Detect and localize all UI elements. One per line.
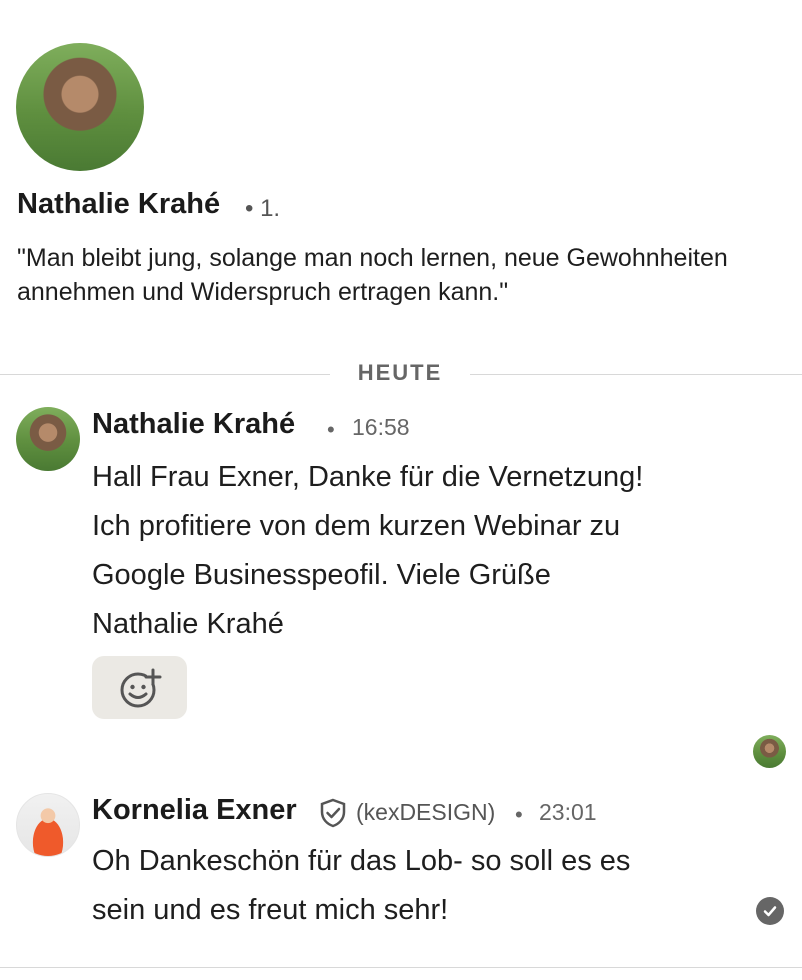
message-line: Oh Dankeschön für das Lob- so soll es es xyxy=(92,845,631,877)
read-check-icon xyxy=(756,897,784,925)
sender-avatar[interactable] xyxy=(16,793,80,857)
profile-avatar[interactable] xyxy=(16,43,144,171)
message-line: Google Businesspeofil. Viele Grüße xyxy=(92,559,551,591)
divider-line-right xyxy=(470,374,802,375)
message-time: 16:58 xyxy=(352,414,410,440)
message-line: sein und es freut mich sehr! xyxy=(92,894,449,926)
separator-dot: • xyxy=(515,802,523,827)
seen-by-avatar xyxy=(753,735,786,768)
message-body: Oh Dankeschön für das Lob- so soll es es… xyxy=(92,837,630,935)
add-reaction-button[interactable] xyxy=(92,656,187,719)
message-line: Ich profitiere von dem kurzen Webinar zu xyxy=(92,510,621,542)
profile-name[interactable]: Nathalie Krahé xyxy=(17,188,220,221)
date-divider: HEUTE xyxy=(357,360,443,385)
profile-headline: "Man bleibt jung, solange man noch lerne… xyxy=(17,244,728,306)
sender-company: (kexDESIGN) xyxy=(356,799,496,825)
message-body: Hall Frau Exner, Danke für die Vernetzun… xyxy=(92,453,643,649)
bottom-divider xyxy=(0,967,802,968)
divider-line-left xyxy=(0,374,330,375)
message-time: 23:01 xyxy=(539,799,597,825)
verified-shield-icon xyxy=(318,798,348,828)
message-line: Hall Frau Exner, Danke für die Vernetzun… xyxy=(92,461,644,493)
add-reaction-icon xyxy=(120,668,161,707)
message-sender-name[interactable]: Kornelia Exner xyxy=(92,794,297,827)
message-line: Nathalie Krahé xyxy=(92,608,284,640)
separator-dot: • xyxy=(327,417,335,442)
connection-degree: • 1. xyxy=(245,195,281,222)
message-sender-name[interactable]: Nathalie Krahé xyxy=(92,408,295,441)
sender-avatar[interactable] xyxy=(16,407,80,471)
